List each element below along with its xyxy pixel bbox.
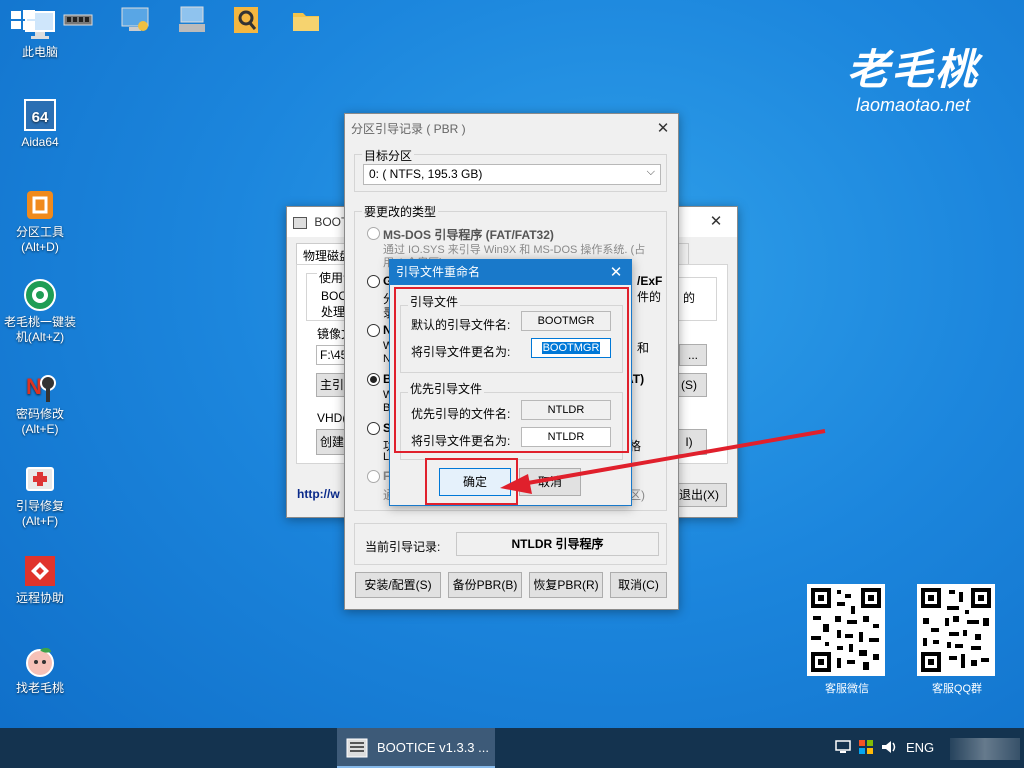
start-button[interactable] [6, 4, 38, 36]
tray-volume-icon[interactable] [880, 739, 898, 755]
taskbar-bootice-label: BOOTICE v1.3.3 ... [377, 740, 489, 755]
taskbar-bootice[interactable]: BOOTICE v1.3.3 ... [337, 728, 495, 768]
tray-language[interactable]: ENG [906, 740, 934, 755]
keyboard-monitor-icon[interactable] [176, 4, 208, 36]
search-icon[interactable] [230, 4, 262, 36]
control-panel-icon[interactable] [119, 4, 151, 36]
tray-network-icon[interactable] [835, 739, 851, 755]
bootice-taskbar-icon [346, 738, 368, 758]
tray-flag-icon[interactable] [858, 739, 874, 755]
ram-chip-icon[interactable] [62, 4, 94, 36]
folder-icon[interactable] [290, 4, 322, 36]
tray-clock-area[interactable] [950, 738, 1020, 760]
arrow-annotation [500, 429, 826, 494]
